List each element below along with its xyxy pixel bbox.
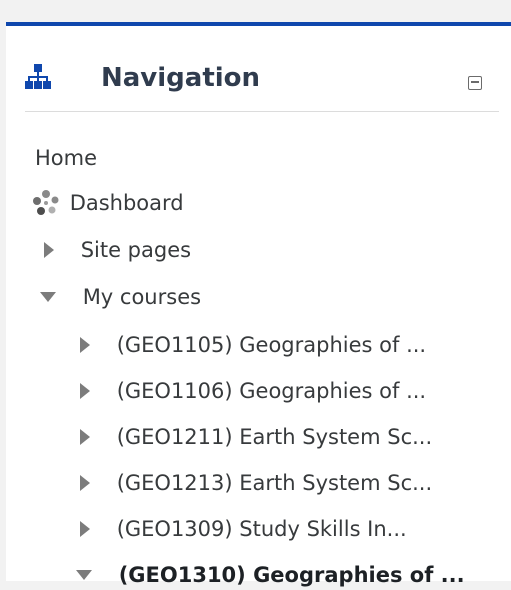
caret-down-icon[interactable]	[76, 570, 92, 580]
nav-item-label: Site pages	[80, 238, 192, 262]
caret-right-icon[interactable]	[80, 429, 90, 445]
course-item-geo1310[interactable]: (GEO1310) Geographies of ...	[76, 560, 465, 590]
course-item-geo1105[interactable]: (GEO1105) Geographies of ...	[80, 330, 426, 360]
sitemap-icon	[25, 64, 51, 89]
nav-item-dashboard[interactable]: Dashboard	[32, 188, 184, 218]
course-item-label: (GEO1213) Earth System Sc...	[116, 471, 433, 495]
nav-item-label: Dashboard	[69, 191, 184, 215]
caret-right-icon[interactable]	[80, 337, 90, 353]
course-item-label: (GEO1310) Geographies of ...	[118, 563, 465, 587]
block-header: Navigation	[25, 52, 499, 112]
course-item-geo1106[interactable]: (GEO1106) Geographies of ...	[80, 376, 426, 406]
block-title: Navigation	[101, 63, 261, 93]
dashboard-icon	[33, 190, 59, 215]
nav-item-label: My courses	[82, 285, 202, 309]
caret-down-icon[interactable]	[40, 292, 56, 302]
caret-right-icon[interactable]	[80, 475, 90, 491]
navigation-block: Navigation Home Dashboard Site pages My …	[6, 22, 511, 587]
nav-item-site-pages[interactable]: Site pages	[44, 235, 191, 265]
nav-item-my-courses[interactable]: My courses	[40, 282, 201, 312]
collapse-block-button[interactable]	[468, 76, 482, 90]
course-item-geo1211[interactable]: (GEO1211) Earth System Sc...	[80, 422, 432, 452]
course-item-label: (GEO1309) Study Skills In...	[116, 517, 407, 541]
nav-item-home[interactable]: Home	[35, 143, 97, 173]
course-item-geo1309[interactable]: (GEO1309) Study Skills In...	[80, 514, 407, 544]
course-item-geo1213[interactable]: (GEO1213) Earth System Sc...	[80, 468, 432, 498]
course-item-label: (GEO1106) Geographies of ...	[116, 379, 427, 403]
course-item-label: (GEO1211) Earth System Sc...	[116, 425, 433, 449]
nav-item-label: Home	[35, 146, 98, 170]
caret-right-icon[interactable]	[44, 242, 54, 258]
course-item-label: (GEO1105) Geographies of ...	[116, 333, 427, 357]
caret-right-icon[interactable]	[80, 383, 90, 399]
caret-right-icon[interactable]	[80, 521, 90, 537]
